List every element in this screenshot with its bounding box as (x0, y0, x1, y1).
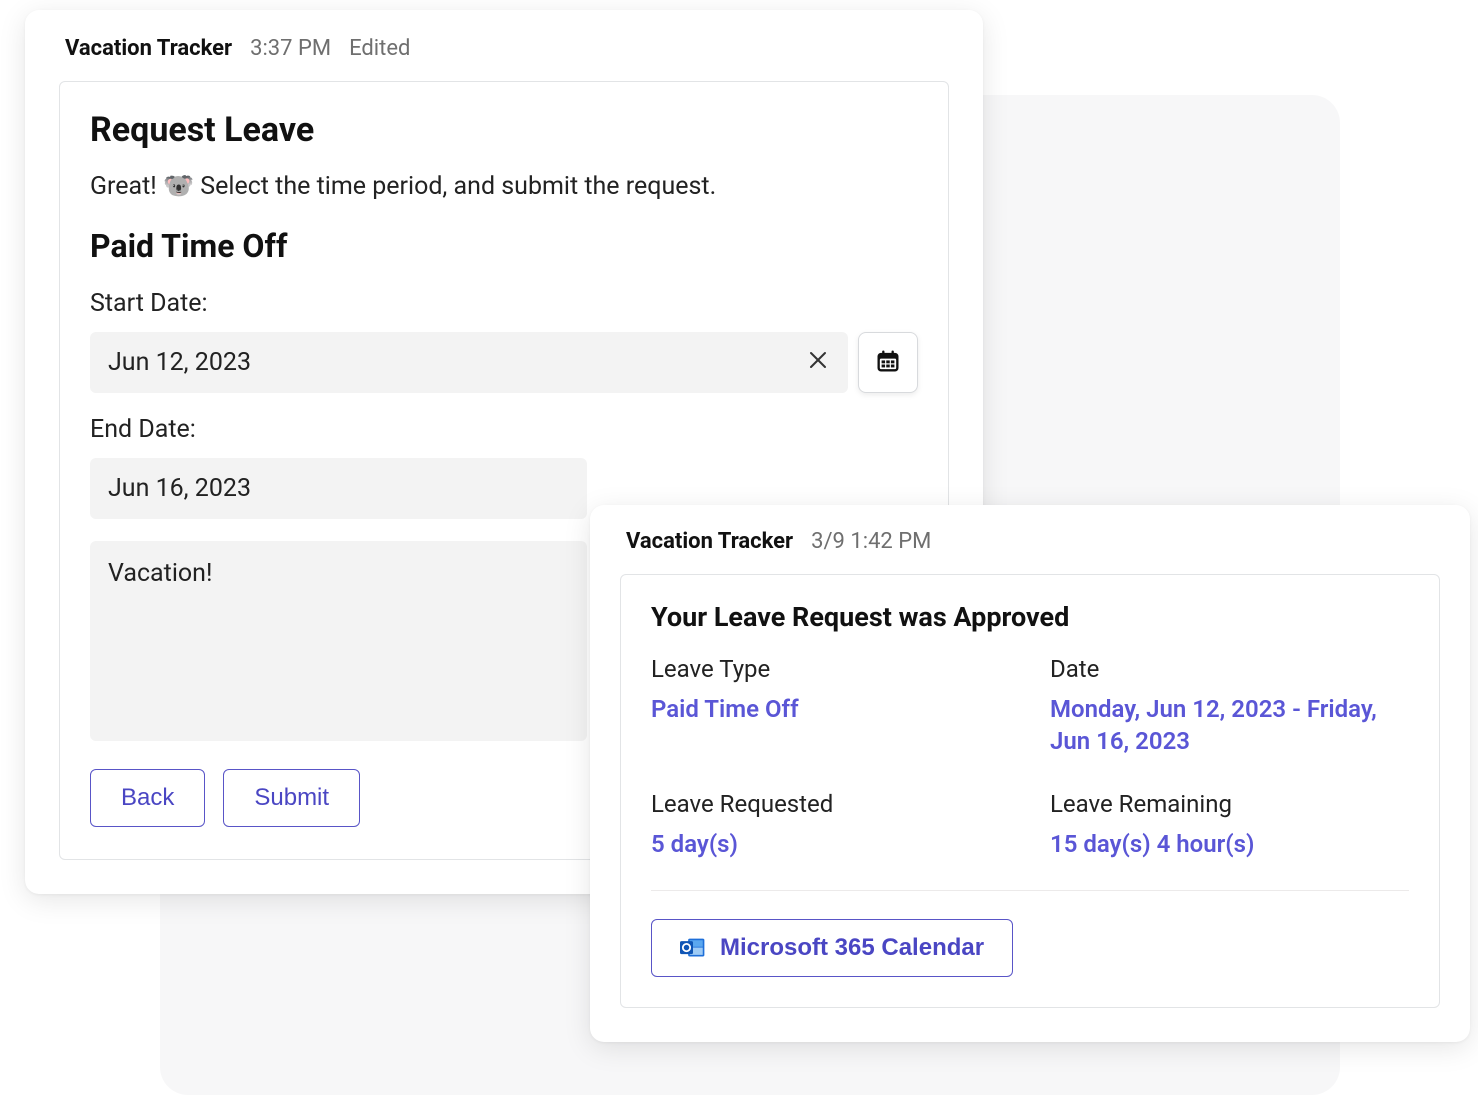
leave-requested-label: Leave Requested (651, 790, 1010, 818)
microsoft-365-calendar-label: Microsoft 365 Calendar (720, 934, 984, 962)
leave-type-label: Leave Type (651, 655, 1010, 683)
message-edited-label: Edited (349, 36, 410, 61)
approval-message: Vacation Tracker 3/9 1:42 PM Your Leave … (590, 505, 1470, 1042)
leave-remaining-value: 15 day(s) 4 hour(s) (1050, 828, 1409, 860)
date-value: Monday, Jun 12, 2023 - Friday, Jun 16, 2… (1050, 693, 1409, 758)
start-date-value: Jun 12, 2023 (108, 348, 251, 377)
approval-sender: Vacation Tracker (626, 529, 793, 554)
request-leave-title: Request Leave (90, 110, 918, 150)
message-meta: Vacation Tracker 3:37 PM Edited (59, 36, 949, 61)
start-date-label: Start Date: (90, 289, 918, 318)
approval-card: Your Leave Request was Approved Leave Ty… (620, 574, 1440, 1008)
back-button[interactable]: Back (90, 769, 205, 827)
approval-time: 3/9 1:42 PM (811, 529, 931, 554)
outlook-icon (680, 937, 706, 959)
end-date-label: End Date: (90, 415, 918, 444)
leave-type-value: Paid Time Off (651, 693, 1010, 725)
leave-remaining-label: Leave Remaining (1050, 790, 1409, 818)
start-date-input[interactable]: Jun 12, 2023 (90, 332, 848, 393)
approval-message-meta: Vacation Tracker 3/9 1:42 PM (620, 529, 1440, 554)
request-leave-intro: Great! 🐨 Select the time period, and sub… (90, 172, 918, 201)
leave-note-value: Vacation! (108, 559, 212, 588)
date-label: Date (1050, 655, 1409, 683)
submit-button[interactable]: Submit (223, 769, 360, 827)
leave-requested-value: 5 day(s) (651, 828, 1010, 860)
calendar-icon (874, 347, 902, 379)
divider (651, 890, 1409, 891)
start-date-row: Jun 12, 2023 (90, 332, 918, 393)
leave-type-heading: Paid Time Off (90, 227, 918, 265)
open-calendar-button[interactable] (858, 332, 918, 393)
leave-note-input[interactable]: Vacation! (90, 541, 587, 741)
microsoft-365-calendar-button[interactable]: Microsoft 365 Calendar (651, 919, 1013, 977)
end-date-value: Jun 16, 2023 (108, 474, 251, 503)
approval-details-grid: Leave Type Paid Time Off Date Monday, Ju… (651, 655, 1409, 884)
end-date-input[interactable]: Jun 16, 2023 (90, 458, 587, 519)
message-sender: Vacation Tracker (65, 36, 232, 61)
message-time: 3:37 PM (250, 36, 331, 61)
clear-start-date-icon[interactable] (806, 348, 830, 377)
approval-title: Your Leave Request was Approved (651, 601, 1409, 633)
